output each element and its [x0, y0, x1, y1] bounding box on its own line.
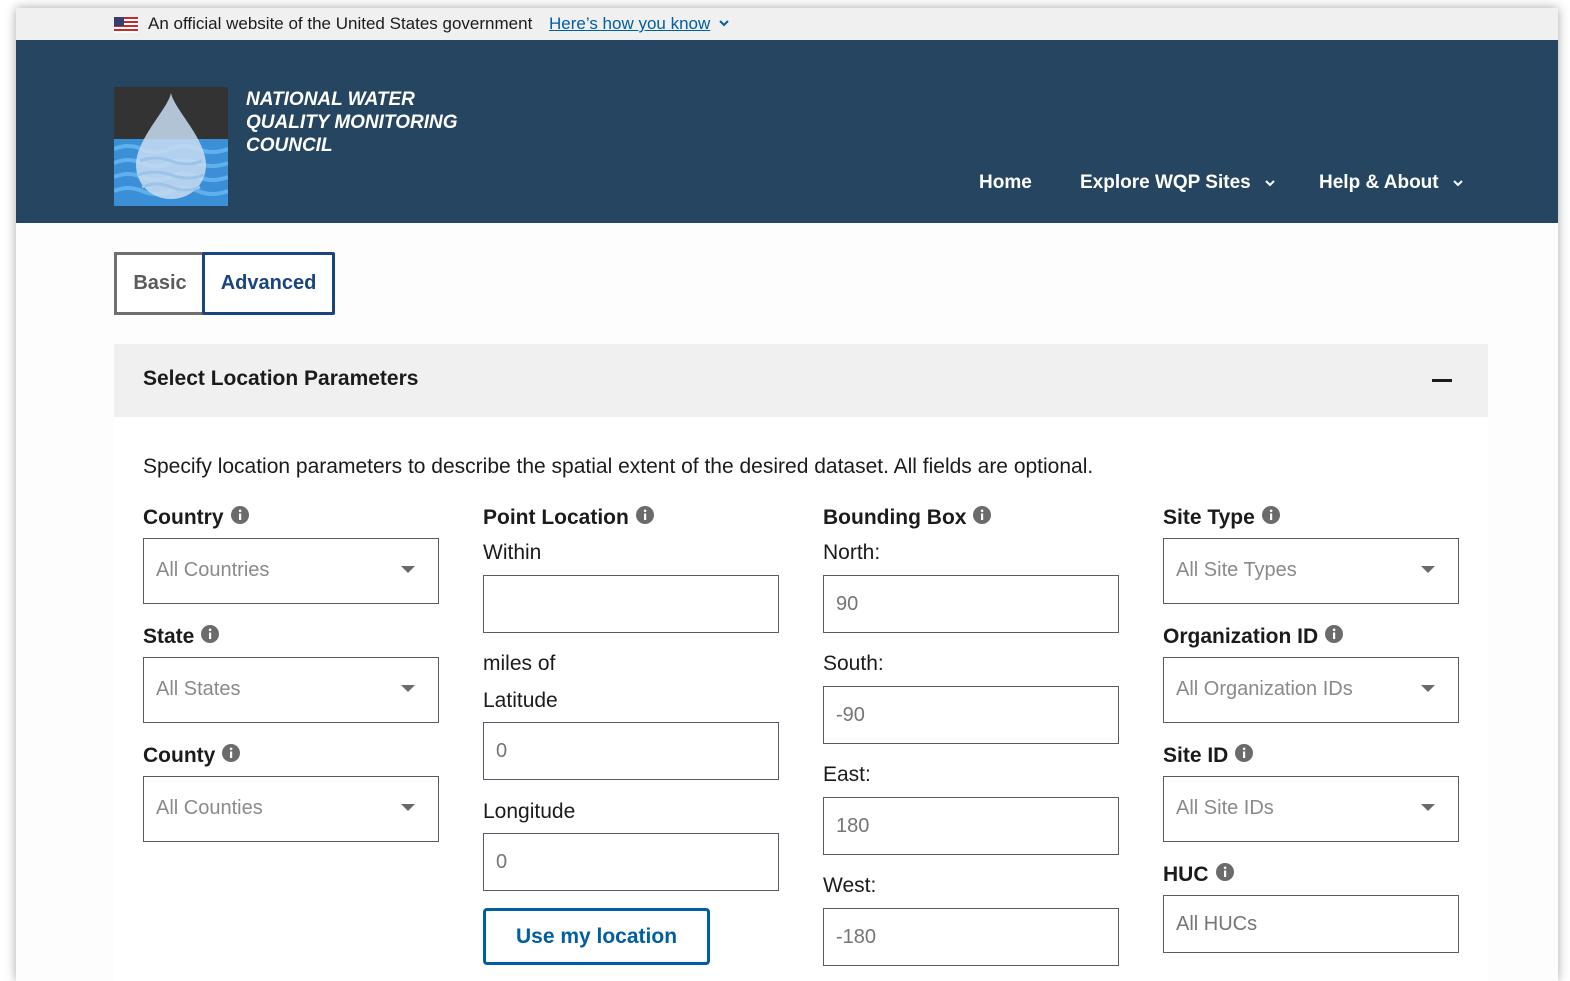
caret-down-icon — [401, 685, 415, 692]
state-select[interactable]: All States — [143, 657, 439, 723]
nav-label: Explore WQP Sites — [1080, 172, 1251, 193]
main-nav: Home Explore WQP Sites Help & About — [16, 172, 1558, 202]
caret-down-icon — [1421, 685, 1435, 692]
chevron-down-icon — [1453, 180, 1463, 187]
west-input[interactable] — [823, 908, 1119, 966]
south-input[interactable] — [823, 686, 1119, 744]
tab-advanced[interactable]: Advanced — [202, 252, 335, 315]
point-location-label-text: Point Location — [483, 506, 629, 529]
country-label-text: Country — [143, 506, 224, 529]
info-icon[interactable] — [635, 506, 654, 524]
state-label-text: State — [143, 625, 195, 648]
country-placeholder: All Countries — [156, 559, 270, 581]
site-id-label-text: Site ID — [1163, 744, 1229, 767]
us-flag-icon — [114, 17, 138, 33]
within-label: Within — [483, 541, 542, 564]
collapse-minus-icon[interactable] — [1432, 379, 1452, 382]
site-type-placeholder: All Site Types — [1176, 559, 1297, 581]
nav-label: Home — [979, 172, 1032, 193]
caret-down-icon — [401, 566, 415, 573]
site-type-select[interactable]: All Site Types — [1163, 538, 1459, 604]
north-label: North: — [823, 541, 881, 564]
point-location-label: Point Location — [483, 505, 654, 531]
huc-label: HUC — [1163, 862, 1234, 888]
info-icon[interactable] — [201, 625, 220, 643]
official-site-text: An official website of the United States… — [148, 14, 533, 33]
organization-id-select[interactable]: All Organization IDs — [1163, 657, 1459, 723]
north-input[interactable] — [823, 575, 1119, 633]
use-my-location-button[interactable]: Use my location — [483, 908, 710, 965]
caret-down-icon — [1421, 566, 1435, 573]
logo-line: COUNCIL — [246, 135, 333, 156]
organization-id-placeholder: All Organization IDs — [1176, 678, 1353, 700]
chevron-down-icon — [1265, 180, 1275, 187]
state-placeholder: All States — [156, 678, 241, 700]
info-icon[interactable] — [222, 744, 241, 762]
info-icon[interactable] — [230, 506, 249, 524]
latitude-label: Latitude — [483, 689, 558, 712]
longitude-label: Longitude — [483, 800, 576, 823]
tab-basic[interactable]: Basic — [114, 252, 203, 315]
logo-line: NATIONAL WATER — [246, 89, 415, 110]
chevron-down-icon[interactable] — [718, 17, 730, 29]
east-label: East: — [823, 763, 871, 786]
organization-id-label: Organization ID — [1163, 624, 1344, 650]
bounding-box-label-text: Bounding Box — [823, 506, 967, 529]
county-label: County — [143, 743, 241, 769]
logo-line: QUALITY MONITORING — [246, 112, 458, 133]
within-miles-input[interactable] — [483, 575, 779, 633]
nav-item-help-about[interactable]: Help & About — [1319, 172, 1464, 194]
organization-id-label-text: Organization ID — [1163, 625, 1319, 648]
caret-down-icon — [1421, 804, 1435, 811]
bounding-box-label: Bounding Box — [823, 505, 992, 531]
page-frame: An official website of the United States… — [16, 8, 1558, 981]
location-parameters-header[interactable]: Select Location Parameters — [114, 344, 1488, 417]
latitude-input[interactable] — [483, 722, 779, 780]
caret-down-icon — [401, 804, 415, 811]
nav-item-explore-wqp-sites[interactable]: Explore WQP Sites — [1080, 172, 1276, 194]
huc-input[interactable] — [1163, 895, 1459, 953]
nav-item-home[interactable]: Home — [979, 172, 1032, 194]
site-header: NATIONAL WATER QUALITY MONITORING COUNCI… — [16, 40, 1558, 223]
county-select[interactable]: All Counties — [143, 776, 439, 842]
section-description: Specify location parameters to describe … — [143, 455, 1094, 478]
county-label-text: County — [143, 744, 216, 767]
info-icon[interactable] — [973, 506, 992, 524]
county-placeholder: All Counties — [156, 797, 263, 819]
how-you-know-link[interactable]: Here’s how you know — [549, 14, 710, 34]
info-icon[interactable] — [1235, 744, 1254, 762]
site-type-label: Site Type — [1163, 505, 1280, 531]
info-icon[interactable] — [1261, 506, 1280, 524]
south-label: South: — [823, 652, 884, 675]
longitude-input[interactable] — [483, 833, 779, 891]
gov-banner: An official website of the United States… — [16, 8, 1558, 40]
nav-label: Help & About — [1319, 172, 1439, 193]
east-input[interactable] — [823, 797, 1119, 855]
state-label: State — [143, 624, 220, 650]
site-id-select[interactable]: All Site IDs — [1163, 776, 1459, 842]
huc-label-text: HUC — [1163, 863, 1209, 886]
west-label: West: — [823, 874, 877, 897]
info-icon[interactable] — [1325, 625, 1344, 643]
site-type-label-text: Site Type — [1163, 506, 1255, 529]
info-icon[interactable] — [1215, 863, 1234, 881]
miles-of-label: miles of — [483, 652, 556, 675]
council-name[interactable]: NATIONAL WATER QUALITY MONITORING COUNCI… — [246, 88, 486, 157]
section-title: Select Location Parameters — [143, 367, 419, 390]
country-select[interactable]: All Countries — [143, 538, 439, 604]
location-parameters-body: Specify location parameters to describe … — [114, 417, 1488, 981]
country-label: Country — [143, 505, 249, 531]
site-id-label: Site ID — [1163, 743, 1254, 769]
site-id-placeholder: All Site IDs — [1176, 797, 1274, 819]
